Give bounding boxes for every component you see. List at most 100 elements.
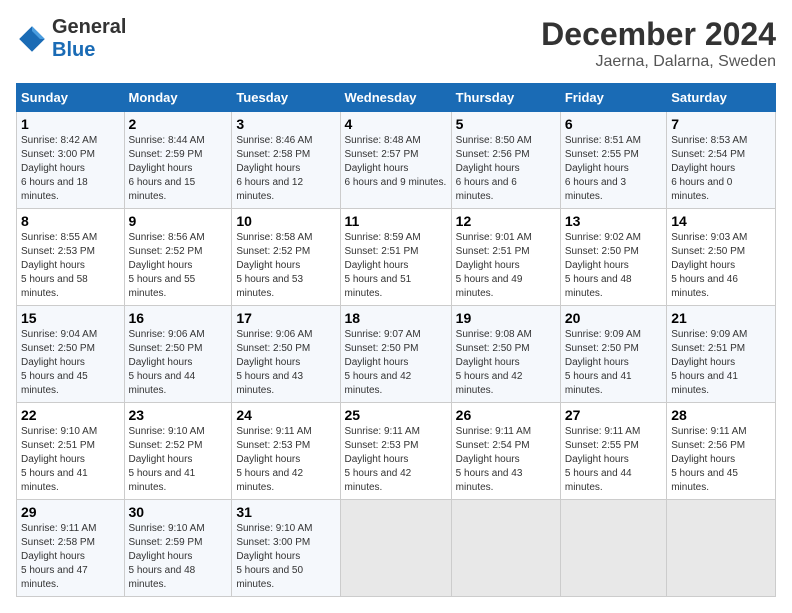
calendar-week-5: 29 Sunrise: 9:11 AMSunset: 2:58 PMDayligh… — [17, 500, 776, 597]
calendar-cell: 15Sunrise: 9:04 AMSunset: 2:50 PMDayligh… — [17, 306, 125, 403]
calendar-cell: 5 Sunrise: 8:50 AMSunset: 2:56 PMDaylight… — [451, 112, 560, 209]
title-block: December 2024 Jaerna, Dalarna, Sweden — [541, 16, 776, 71]
calendar-cell: 13 Sunrise: 9:02 AMSunset: 2:50 PMDayligh… — [560, 209, 666, 306]
day-info: Sunrise: 8:50 AMSunset: 2:56 PMDaylight … — [456, 134, 556, 204]
weekday-header-friday: Friday — [560, 84, 666, 112]
page-header: General Blue December 2024 Jaerna, Dalar… — [16, 16, 776, 71]
day-info: Sunrise: 8:46 AMSunset: 2:58 PMDaylight … — [236, 134, 335, 204]
day-number: 28 — [671, 407, 771, 423]
calendar-cell: 29 Sunrise: 9:11 AMSunset: 2:58 PMDayligh… — [17, 500, 125, 597]
day-info: Sunrise: 8:48 AMSunset: 2:57 PMDaylight … — [345, 134, 447, 190]
calendar-cell: 10 Sunrise: 8:58 AMSunset: 2:52 PMDayligh… — [232, 209, 340, 306]
header-row: SundayMondayTuesdayWednesdayThursdayFrid… — [17, 84, 776, 112]
day-info: Sunrise: 9:11 AMSunset: 2:56 PMDaylight … — [671, 425, 771, 495]
day-info: Sunrise: 9:06 AMSunset: 2:50 PMDaylight … — [236, 328, 335, 398]
calendar-cell: 12Sunrise: 9:01 AMSunset: 2:51 PMDayligh… — [451, 209, 560, 306]
calendar-cell: 17 Sunrise: 9:06 AMSunset: 2:50 PMDayligh… — [232, 306, 340, 403]
calendar-cell: 23Sunrise: 9:10 AMSunset: 2:52 PMDayligh… — [124, 403, 232, 500]
day-number: 23 — [129, 407, 228, 423]
logo-text-line1: General — [52, 16, 126, 39]
calendar-cell — [451, 500, 560, 597]
day-info: Sunrise: 9:08 AMSunset: 2:50 PMDaylight … — [456, 328, 556, 398]
day-info: Sunrise: 9:11 AMSunset: 2:53 PMDaylight … — [345, 425, 447, 495]
day-number: 5 — [456, 116, 556, 132]
day-number: 9 — [129, 213, 228, 229]
day-info: Sunrise: 9:07 AMSunset: 2:50 PMDaylight … — [345, 328, 447, 398]
day-info: Sunrise: 8:53 AMSunset: 2:54 PMDaylight … — [671, 134, 771, 204]
day-number: 16 — [129, 310, 228, 326]
day-number: 8 — [21, 213, 120, 229]
calendar-cell: 1 Sunrise: 8:42 AMSunset: 3:00 PMDaylight… — [17, 112, 125, 209]
calendar-cell: 11 Sunrise: 8:59 AMSunset: 2:51 PMDayligh… — [340, 209, 451, 306]
day-number: 27 — [565, 407, 662, 423]
calendar-cell: 14 Sunrise: 9:03 AMSunset: 2:50 PMDayligh… — [667, 209, 776, 306]
calendar-cell: 3 Sunrise: 8:46 AMSunset: 2:58 PMDaylight… — [232, 112, 340, 209]
day-number: 6 — [565, 116, 662, 132]
day-number: 25 — [345, 407, 447, 423]
day-info: Sunrise: 9:10 AMSunset: 2:59 PMDaylight … — [129, 522, 228, 592]
day-info: Sunrise: 8:56 AMSunset: 2:52 PMDaylight … — [129, 231, 228, 301]
weekday-header-thursday: Thursday — [451, 84, 560, 112]
weekday-header-saturday: Saturday — [667, 84, 776, 112]
calendar-cell: 22 Sunrise: 9:10 AMSunset: 2:51 PMDayligh… — [17, 403, 125, 500]
day-info: Sunrise: 8:44 AMSunset: 2:59 PMDaylight … — [129, 134, 228, 204]
calendar-cell — [340, 500, 451, 597]
weekday-header-tuesday: Tuesday — [232, 84, 340, 112]
day-number: 10 — [236, 213, 335, 229]
day-info: Sunrise: 8:42 AMSunset: 3:00 PMDaylight … — [21, 134, 120, 204]
calendar-cell: 6Sunrise: 8:51 AMSunset: 2:55 PMDaylight… — [560, 112, 666, 209]
day-number: 3 — [236, 116, 335, 132]
day-info: Sunrise: 9:10 AMSunset: 2:51 PMDaylight … — [21, 425, 120, 495]
day-number: 29 — [21, 504, 120, 520]
day-number: 13 — [565, 213, 662, 229]
day-number: 11 — [345, 213, 447, 229]
calendar-cell: 2 Sunrise: 8:44 AMSunset: 2:59 PMDaylight… — [124, 112, 232, 209]
calendar-cell: 21Sunrise: 9:09 AMSunset: 2:51 PMDayligh… — [667, 306, 776, 403]
day-number: 31 — [236, 504, 335, 520]
calendar-week-2: 8 Sunrise: 8:55 AMSunset: 2:53 PMDaylight… — [17, 209, 776, 306]
page-subtitle: Jaerna, Dalarna, Sweden — [541, 53, 776, 71]
calendar-cell: 26 Sunrise: 9:11 AMSunset: 2:54 PMDayligh… — [451, 403, 560, 500]
day-number: 21 — [671, 310, 771, 326]
day-info: Sunrise: 9:10 AMSunset: 3:00 PMDaylight … — [236, 522, 335, 592]
calendar-cell: 16 Sunrise: 9:06 AMSunset: 2:50 PMDayligh… — [124, 306, 232, 403]
calendar-week-3: 15Sunrise: 9:04 AMSunset: 2:50 PMDayligh… — [17, 306, 776, 403]
day-info: Sunrise: 9:11 AMSunset: 2:53 PMDaylight … — [236, 425, 335, 495]
day-number: 12 — [456, 213, 556, 229]
calendar-cell — [667, 500, 776, 597]
calendar-table: SundayMondayTuesdayWednesdayThursdayFrid… — [16, 83, 776, 597]
calendar-cell: 7Sunrise: 8:53 AMSunset: 2:54 PMDaylight… — [667, 112, 776, 209]
day-info: Sunrise: 8:58 AMSunset: 2:52 PMDaylight … — [236, 231, 335, 301]
calendar-cell: 30 Sunrise: 9:10 AMSunset: 2:59 PMDayligh… — [124, 500, 232, 597]
calendar-cell: 27 Sunrise: 9:11 AMSunset: 2:55 PMDayligh… — [560, 403, 666, 500]
day-number: 24 — [236, 407, 335, 423]
weekday-header-wednesday: Wednesday — [340, 84, 451, 112]
page-title: December 2024 — [541, 16, 776, 53]
calendar-cell — [560, 500, 666, 597]
day-number: 30 — [129, 504, 228, 520]
day-info: Sunrise: 9:02 AMSunset: 2:50 PMDaylight … — [565, 231, 662, 301]
day-number: 22 — [21, 407, 120, 423]
calendar-cell: 25 Sunrise: 9:11 AMSunset: 2:53 PMDayligh… — [340, 403, 451, 500]
calendar-cell: 18 Sunrise: 9:07 AMSunset: 2:50 PMDayligh… — [340, 306, 451, 403]
day-info: Sunrise: 8:59 AMSunset: 2:51 PMDaylight … — [345, 231, 447, 301]
weekday-header-sunday: Sunday — [17, 84, 125, 112]
day-number: 14 — [671, 213, 771, 229]
day-number: 26 — [456, 407, 556, 423]
logo-text-line2: Blue — [52, 39, 126, 62]
day-info: Sunrise: 9:11 AMSunset: 2:58 PMDaylight … — [21, 522, 120, 592]
day-number: 18 — [345, 310, 447, 326]
day-info: Sunrise: 9:06 AMSunset: 2:50 PMDaylight … — [129, 328, 228, 398]
day-info: Sunrise: 9:11 AMSunset: 2:54 PMDaylight … — [456, 425, 556, 495]
calendar-cell: 19Sunrise: 9:08 AMSunset: 2:50 PMDayligh… — [451, 306, 560, 403]
day-number: 2 — [129, 116, 228, 132]
day-info: Sunrise: 9:03 AMSunset: 2:50 PMDaylight … — [671, 231, 771, 301]
calendar-cell: 9 Sunrise: 8:56 AMSunset: 2:52 PMDaylight… — [124, 209, 232, 306]
day-info: Sunrise: 9:11 AMSunset: 2:55 PMDaylight … — [565, 425, 662, 495]
day-number: 17 — [236, 310, 335, 326]
weekday-header-monday: Monday — [124, 84, 232, 112]
calendar-cell: 31 Sunrise: 9:10 AMSunset: 3:00 PMDayligh… — [232, 500, 340, 597]
day-number: 20 — [565, 310, 662, 326]
day-info: Sunrise: 8:55 AMSunset: 2:53 PMDaylight … — [21, 231, 120, 301]
day-number: 1 — [21, 116, 120, 132]
